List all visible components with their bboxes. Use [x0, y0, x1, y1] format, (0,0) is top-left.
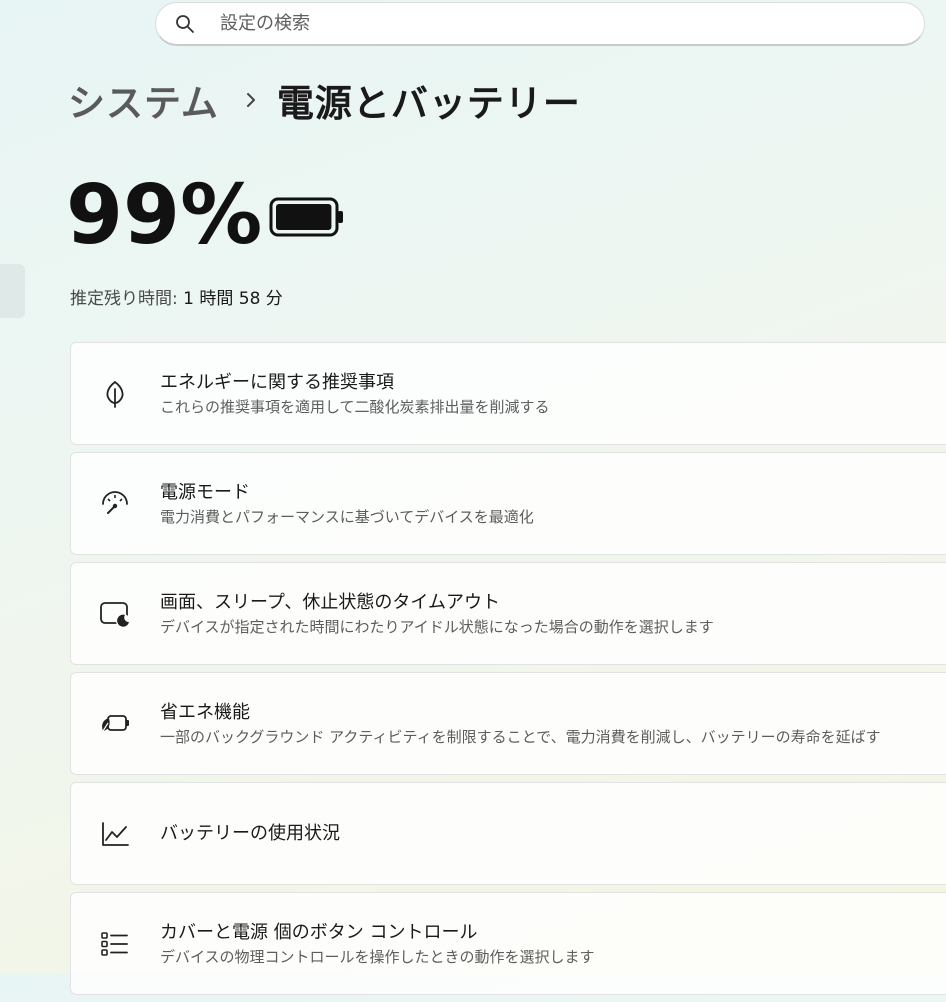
- chevron-right-icon: [245, 90, 257, 110]
- estimate-value: 1 時間 58 分: [183, 289, 283, 309]
- card-title: 画面、スリープ、休止状態のタイムアウト: [160, 591, 501, 613]
- card-subtitle: デバイスの物理コントロールを操作したときの動作を選択します: [160, 947, 595, 966]
- breadcrumb-system[interactable]: システム: [68, 73, 219, 127]
- card-subtitle: 電力消費とパフォーマンスに基づいてデバイスを最適化: [160, 507, 534, 526]
- settings-cards: エネルギーに関する推奨事項 これらの推奨事項を適用して二酸化炭素排出量を削減する…: [70, 342, 946, 1002]
- card-energy-recommendations[interactable]: エネルギーに関する推奨事項 これらの推奨事項を適用して二酸化炭素排出量を削減する: [70, 342, 946, 445]
- leaf-icon: [99, 378, 131, 410]
- card-power-mode[interactable]: 電源モード 電力消費とパフォーマンスに基づいてデバイスを最適化: [70, 452, 946, 555]
- list-icon: [99, 928, 131, 960]
- estimate-label: 推定残り時間:: [70, 289, 178, 309]
- line-chart-icon: [99, 818, 131, 850]
- card-title: エネルギーに関する推奨事項: [160, 371, 394, 393]
- breadcrumb: システム 電源とバッテリー: [68, 72, 581, 128]
- screen-sleep-icon: [99, 598, 131, 630]
- card-subtitle: デバイスが指定された時間にわたりアイドル状態になった場合の動作を選択します: [160, 617, 714, 636]
- energy-saver-icon: [99, 708, 131, 740]
- card-title: 電源モード: [160, 481, 250, 503]
- card-subtitle: 一部のバックグラウンド アクティビティを制限することで、電力消費を削減し、バッテ…: [160, 727, 881, 746]
- card-battery-usage[interactable]: バッテリーの使用状況: [70, 782, 946, 885]
- card-lid-power-button-controls[interactable]: カバーと電源 個のボタン コントロール デバイスの物理コントロールを操作したとき…: [70, 892, 946, 995]
- battery-percentage: 99%: [66, 168, 263, 263]
- card-title: バッテリーの使用状況: [160, 822, 340, 844]
- card-subtitle: これらの推奨事項を適用して二酸化炭素排出量を削減する: [160, 397, 550, 416]
- card-energy-saver[interactable]: 省エネ機能 一部のバックグラウンド アクティビティを制限することで、電力消費を削…: [70, 672, 946, 775]
- battery-fill: [276, 204, 332, 230]
- search-input[interactable]: [218, 12, 822, 35]
- gauge-icon: [99, 488, 131, 520]
- battery-estimate: 推定残り時間: 1 時間 58 分: [70, 284, 283, 309]
- card-title: 省エネ機能: [160, 701, 250, 723]
- card-screen-sleep-timeout[interactable]: 画面、スリープ、休止状態のタイムアウト デバイスが指定された時間にわたりアイドル…: [70, 562, 946, 665]
- card-title: カバーと電源 個のボタン コントロール: [160, 921, 478, 943]
- battery-icon: [269, 196, 345, 242]
- page-title: 電源とバッテリー: [276, 82, 581, 125]
- sidebar-edge-tab[interactable]: [0, 264, 25, 318]
- search-icon: [174, 13, 196, 35]
- search-box[interactable]: [155, 2, 925, 46]
